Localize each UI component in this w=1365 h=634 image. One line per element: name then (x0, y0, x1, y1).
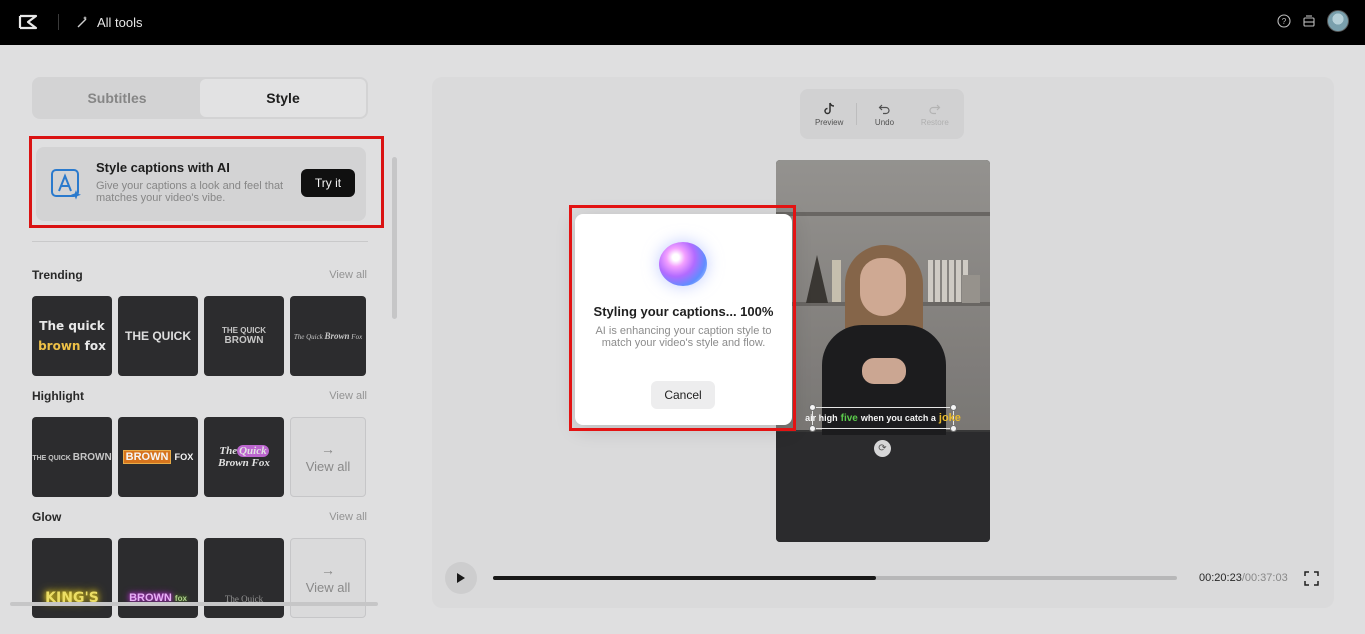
top-bar: All tools ? (0, 0, 1365, 45)
all-tools-button[interactable]: All tools (76, 13, 143, 31)
svg-text:?: ? (1282, 17, 1287, 26)
ai-orb-icon (659, 242, 707, 286)
modal-title: Styling your captions... 100% (575, 304, 792, 319)
layers-icon[interactable] (1302, 14, 1316, 28)
all-tools-label: All tools (97, 15, 143, 30)
capcut-logo-icon[interactable] (17, 11, 39, 33)
magic-wand-icon (76, 15, 90, 29)
styling-progress-modal: Styling your captions... 100% AI is enha… (575, 214, 792, 425)
user-avatar[interactable] (1327, 10, 1349, 32)
cancel-button[interactable]: Cancel (651, 381, 715, 409)
help-icon[interactable]: ? (1277, 14, 1291, 28)
modal-description: AI is enhancing your caption style to ma… (593, 325, 774, 349)
topbar-divider (58, 14, 59, 30)
